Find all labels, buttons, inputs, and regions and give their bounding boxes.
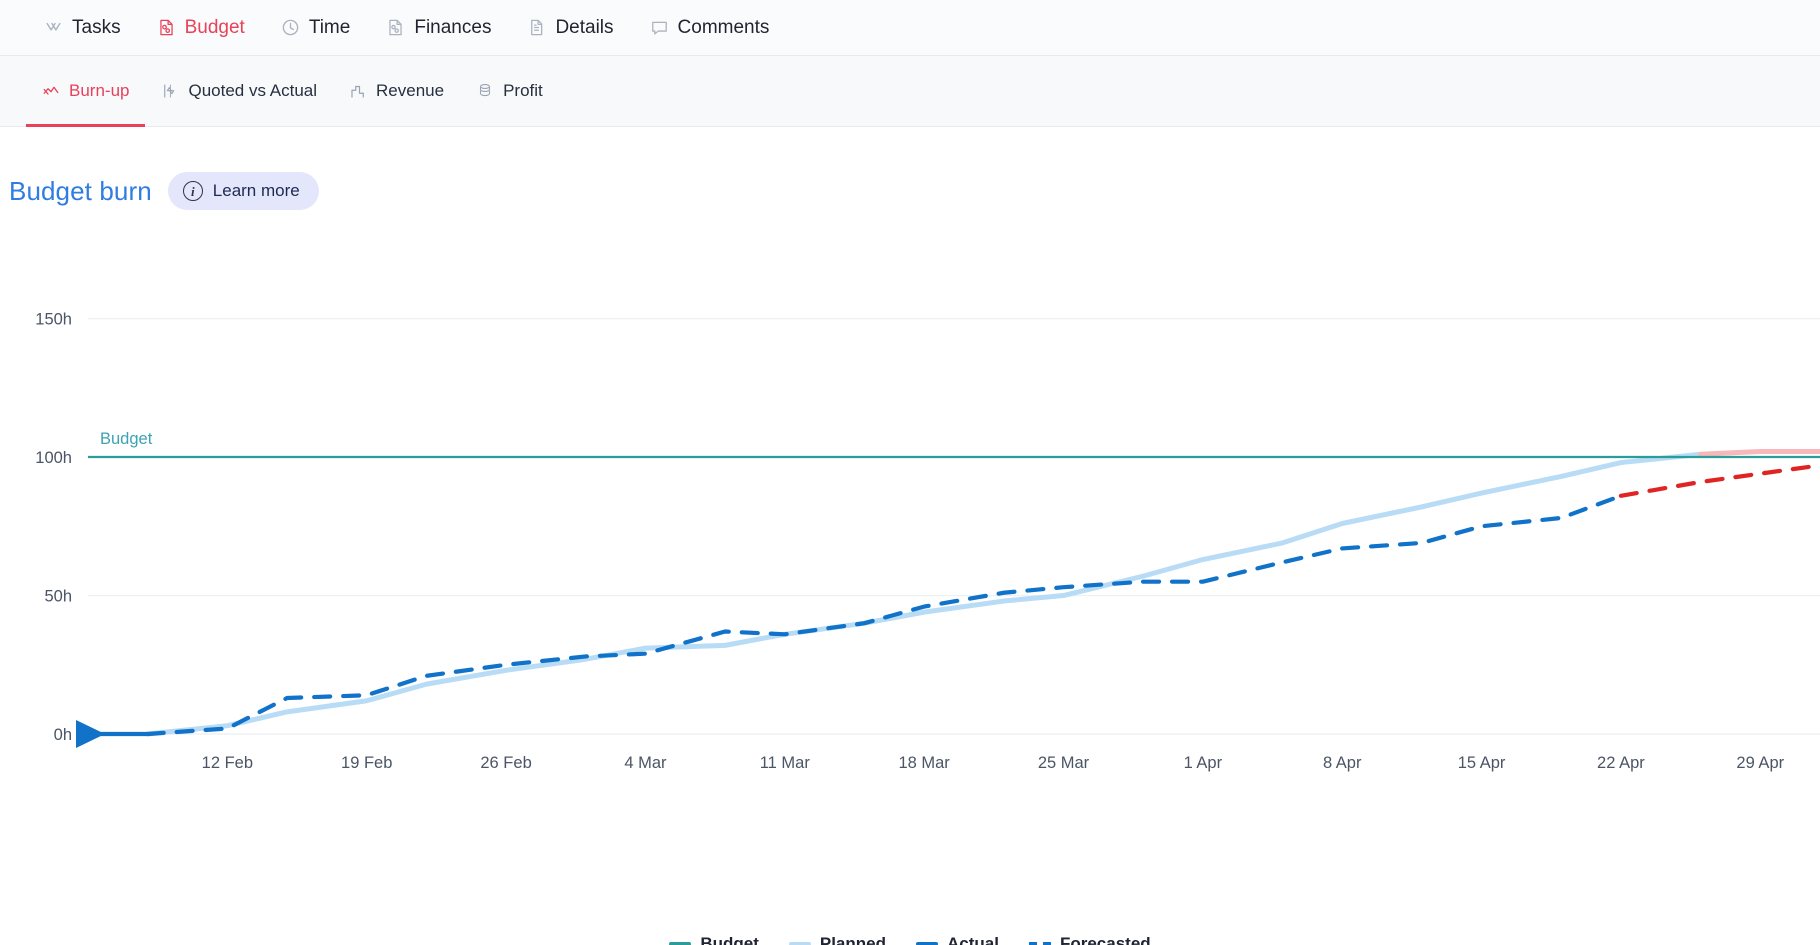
x-axis-tick-label: 8 Apr [1323, 754, 1362, 772]
tab-tasks[interactable]: Tasks [26, 0, 139, 56]
tab-time-label: Time [308, 16, 351, 38]
clock-icon [281, 18, 300, 37]
chart-svg: 0h 50h 100h 150h 12 Feb 19 Feb 26 Feb 4 Mar 11 … [35, 311, 1820, 772]
profit-icon [476, 82, 494, 100]
y-axis-tick-label: 50h [44, 588, 72, 606]
burn-up-chart: 0h 50h 100h 150h 12 Feb 19 Feb 26 Feb 4 Mar 11 … [0, 222, 1820, 942]
check-icon [44, 18, 63, 37]
x-axis-tick-label: 1 Apr [1184, 754, 1223, 772]
chart-series [85, 448, 1820, 737]
subtab-burn-up-label: Burn-up [69, 81, 130, 100]
tab-finances-label: Finances [414, 16, 492, 38]
subtab-profit-label: Profit [503, 81, 543, 100]
budget-line-label: Budget [100, 430, 153, 448]
x-axis-tick-label: 29 Apr [1736, 754, 1784, 772]
tab-details[interactable]: Details [509, 0, 631, 56]
x-axis-tick-label: 26 Feb [480, 754, 531, 772]
x-axis-tick-label: 11 Mar [760, 754, 811, 772]
x-axis-tick-label: 4 Mar [624, 754, 667, 772]
x-axis-tick-label: 18 Mar [898, 754, 950, 772]
subtab-revenue-label: Revenue [376, 81, 445, 100]
chart-x-axis: 12 Feb 19 Feb 26 Feb 4 Mar 11 Mar 18 Mar 25 Ma… [202, 754, 1785, 772]
tab-budget-label: Budget [184, 16, 245, 38]
series-planned-over [1698, 448, 1820, 457]
learn-more-button[interactable]: i Learn more [167, 172, 319, 210]
subtab-quoted-vs-actual-label: Quoted vs Actual [188, 81, 318, 100]
chart-header: Budget burn i Learn more [0, 127, 1820, 210]
tab-details-label: Details [555, 16, 614, 38]
tab-time[interactable]: Time [263, 0, 369, 56]
document-icon [527, 18, 546, 37]
subtab-revenue[interactable]: Revenue [333, 56, 460, 127]
tab-comments[interactable]: Comments [632, 0, 788, 56]
learn-more-label: Learn more [212, 181, 300, 200]
tab-finances[interactable]: Finances [368, 0, 509, 56]
start-triangle-marker [76, 720, 105, 748]
series-forecasted-over [1618, 463, 1820, 498]
x-axis-tick-label: 22 Apr [1597, 754, 1645, 772]
chart-y-axis: 0h 50h 100h 150h [35, 311, 72, 744]
tab-budget[interactable]: Budget [139, 0, 263, 56]
info-icon: i [182, 181, 203, 201]
y-axis-tick-label: 150h [35, 311, 72, 329]
subtab-quoted-vs-actual[interactable]: Quoted vs Actual [145, 56, 333, 127]
tab-comments-label: Comments [677, 16, 770, 38]
subtab-burn-up[interactable]: Burn-up [26, 56, 146, 127]
y-axis-tick-label: 100h [35, 449, 72, 467]
budget-reference-line: Budget [88, 430, 1820, 459]
comment-icon [650, 18, 669, 37]
finances-icon [386, 18, 405, 37]
budget-icon [157, 18, 176, 37]
tab-tasks-label: Tasks [72, 16, 121, 38]
page-title: Budget burn [9, 175, 152, 206]
start-marker [76, 720, 105, 748]
burnup-icon [42, 82, 60, 100]
subtab-profit[interactable]: Profit [460, 56, 559, 127]
secondary-tab-bar: Burn-up Quoted vs Actual Revenue Profit [0, 56, 1820, 127]
x-axis-tick-label: 19 Feb [341, 754, 392, 772]
compare-icon [161, 82, 179, 100]
revenue-icon [349, 82, 367, 100]
x-axis-tick-label: 15 Apr [1458, 754, 1506, 772]
primary-tab-bar: Tasks Budget Time Finances Details Comme… [0, 0, 1820, 56]
x-axis-tick-label: 12 Feb [202, 754, 253, 772]
y-axis-tick-label: 0h [54, 726, 72, 744]
chart-gridlines [88, 317, 1820, 735]
x-axis-tick-label: 25 Mar [1038, 754, 1090, 772]
